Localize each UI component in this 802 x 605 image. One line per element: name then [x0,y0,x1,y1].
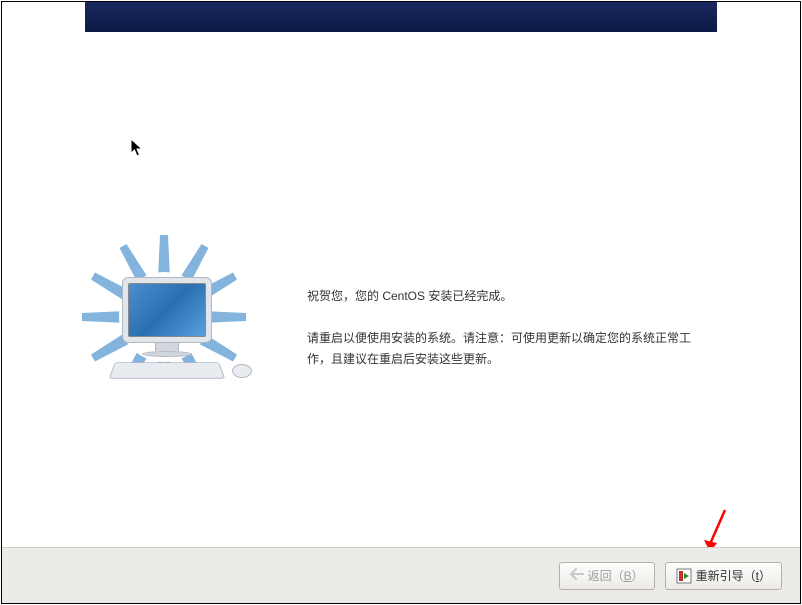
monitor-icon [122,277,212,355]
message-block: 祝贺您，您的 CentOS 安装已经完成。 请重启以便使用安装的系统。请注意：可… [307,286,707,371]
header-bar [85,2,717,32]
mouse-icon [232,364,252,378]
bottom-toolbar: 返回（B） 重新引导（t） [2,547,800,603]
reboot-button-label: 重新引导（t） [696,567,771,584]
keyboard-icon [109,362,226,378]
reboot-button[interactable]: 重新引导（t） [665,562,782,590]
congrats-text: 祝贺您，您的 CentOS 安装已经完成。 [307,286,707,308]
back-button: 返回（B） [559,562,655,590]
back-button-label: 返回（B） [588,567,644,584]
instruction-text: 请重启以便使用安装的系统。请注意：可使用更新以确定您的系统正常工作，且建议在重启… [307,328,707,371]
back-arrow-icon [570,568,584,583]
computer-illustration [77,232,252,392]
content-area: 祝贺您，您的 CentOS 安装已经完成。 请重启以便使用安装的系统。请注意：可… [2,32,800,547]
reboot-icon [676,568,692,584]
